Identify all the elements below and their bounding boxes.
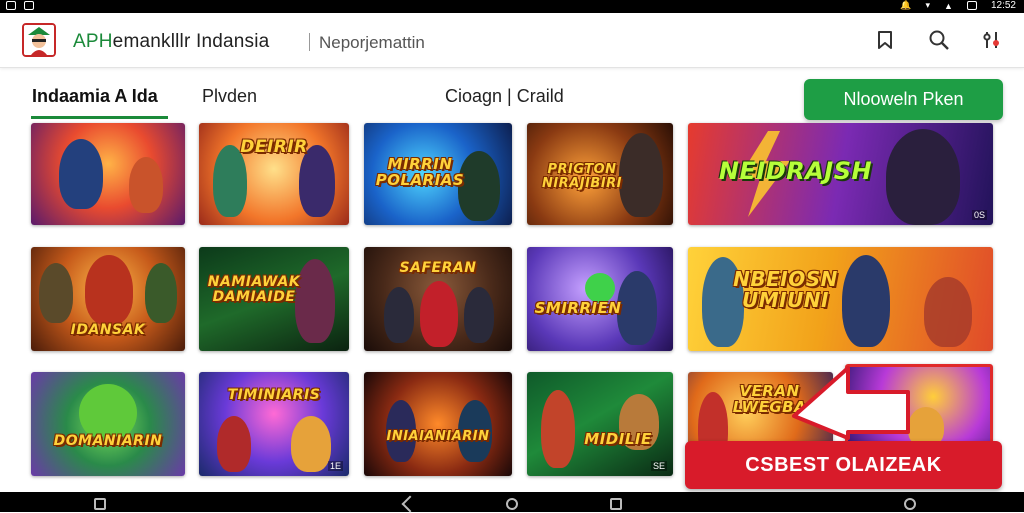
game-title: TIMINIARIS — [227, 387, 321, 403]
game-card[interactable]: MIRRIN POLARIAS — [364, 123, 512, 225]
game-card[interactable]: NEIDRAJSH 0S — [688, 123, 993, 225]
game-card[interactable]: DOMANIARIN — [31, 372, 185, 476]
active-tab-indicator — [31, 116, 168, 119]
game-card[interactable]: SMIRRIEN — [527, 247, 673, 351]
app-title-accent: APH — [73, 31, 113, 52]
app-title-rest: emanklllr Indansia — [112, 31, 270, 52]
game-title: PRIGTON NIRAJIBIRI — [541, 162, 623, 191]
promo-button[interactable]: CSBEST OLAIZEAK — [685, 441, 1002, 489]
game-card[interactable]: SAFERAN — [364, 247, 512, 351]
game-title: SMIRRIEN — [534, 299, 622, 317]
tab-second[interactable]: Plvden — [202, 86, 257, 107]
game-title: NEIDRAJSH — [718, 157, 873, 185]
game-title: NAMIAWAK DAMIAIDE — [207, 274, 301, 305]
notification-icon — [6, 1, 16, 10]
notification-icon — [24, 1, 34, 10]
system-nav-bar — [0, 492, 1024, 513]
overview-icon[interactable] — [610, 498, 622, 510]
game-title: NBEIOSN UMIUNI — [733, 267, 838, 312]
game-title: INIAIANIARIN — [386, 429, 490, 444]
game-title: SAFERAN — [399, 260, 477, 276]
game-card[interactable]: NBEIOSN UMIUNI — [688, 247, 993, 351]
game-tag: 0S — [971, 210, 987, 220]
status-bar: 🔔 ▾ ▲ 12:52 — [0, 0, 1024, 13]
arrow-pointer-icon — [792, 366, 910, 440]
mute-icon: 🔔 — [900, 0, 912, 10]
tab-bar: Indaamia A Ida Plvden Cioagn | Craild Nl… — [0, 68, 1024, 122]
game-card[interactable]: INIAIANIARIN — [364, 372, 512, 476]
back-icon[interactable] — [401, 495, 419, 513]
game-title: IDANSAK — [70, 322, 146, 338]
game-card[interactable]: MIDILIE SE — [527, 372, 673, 476]
game-title: DOMANIARIN — [53, 433, 163, 449]
search-icon[interactable] — [926, 27, 952, 53]
signal-icon: ▲ — [944, 0, 953, 11]
tab-third[interactable]: Cioagn | Craild — [445, 86, 564, 107]
game-title: MIDILIE — [584, 430, 652, 448]
clock: 12:52 — [990, 0, 1016, 11]
game-card[interactable]: DEIRIR — [199, 123, 349, 225]
game-card[interactable]: NAMIAWAK DAMIAIDE — [199, 247, 349, 351]
app-subtitle: Neporjemattin — [319, 33, 425, 52]
home-icon[interactable] — [506, 498, 518, 510]
primary-cta-button[interactable]: Nlooweln Pken — [804, 79, 1003, 120]
game-card[interactable] — [31, 123, 185, 225]
game-card[interactable]: IDANSAK — [31, 247, 185, 351]
wifi-icon: ▾ — [925, 0, 931, 10]
game-card[interactable]: TIMINIARIS 1E — [199, 372, 349, 476]
battery-icon — [966, 1, 977, 10]
assistant-icon[interactable] — [904, 498, 916, 510]
tab-home[interactable]: Indaamia A Ida — [32, 86, 158, 107]
game-card[interactable]: PRIGTON NIRAJIBIRI — [527, 123, 673, 225]
game-title: MIRRIN POLARIAS — [375, 155, 465, 189]
app-title: APHemanklllr Indansia — [73, 31, 269, 53]
game-tag: 1E — [327, 461, 343, 471]
game-tag: SE — [650, 461, 667, 471]
app-logo[interactable] — [22, 23, 56, 57]
app-bar: APHemanklllr Indansia Neporjemattin — [0, 13, 1024, 68]
title-divider — [309, 33, 310, 51]
recents-icon[interactable] — [94, 498, 106, 510]
settings-icon[interactable] — [979, 27, 1005, 53]
game-title: DEIRIR — [240, 137, 308, 157]
bookmark-icon[interactable] — [872, 27, 898, 53]
